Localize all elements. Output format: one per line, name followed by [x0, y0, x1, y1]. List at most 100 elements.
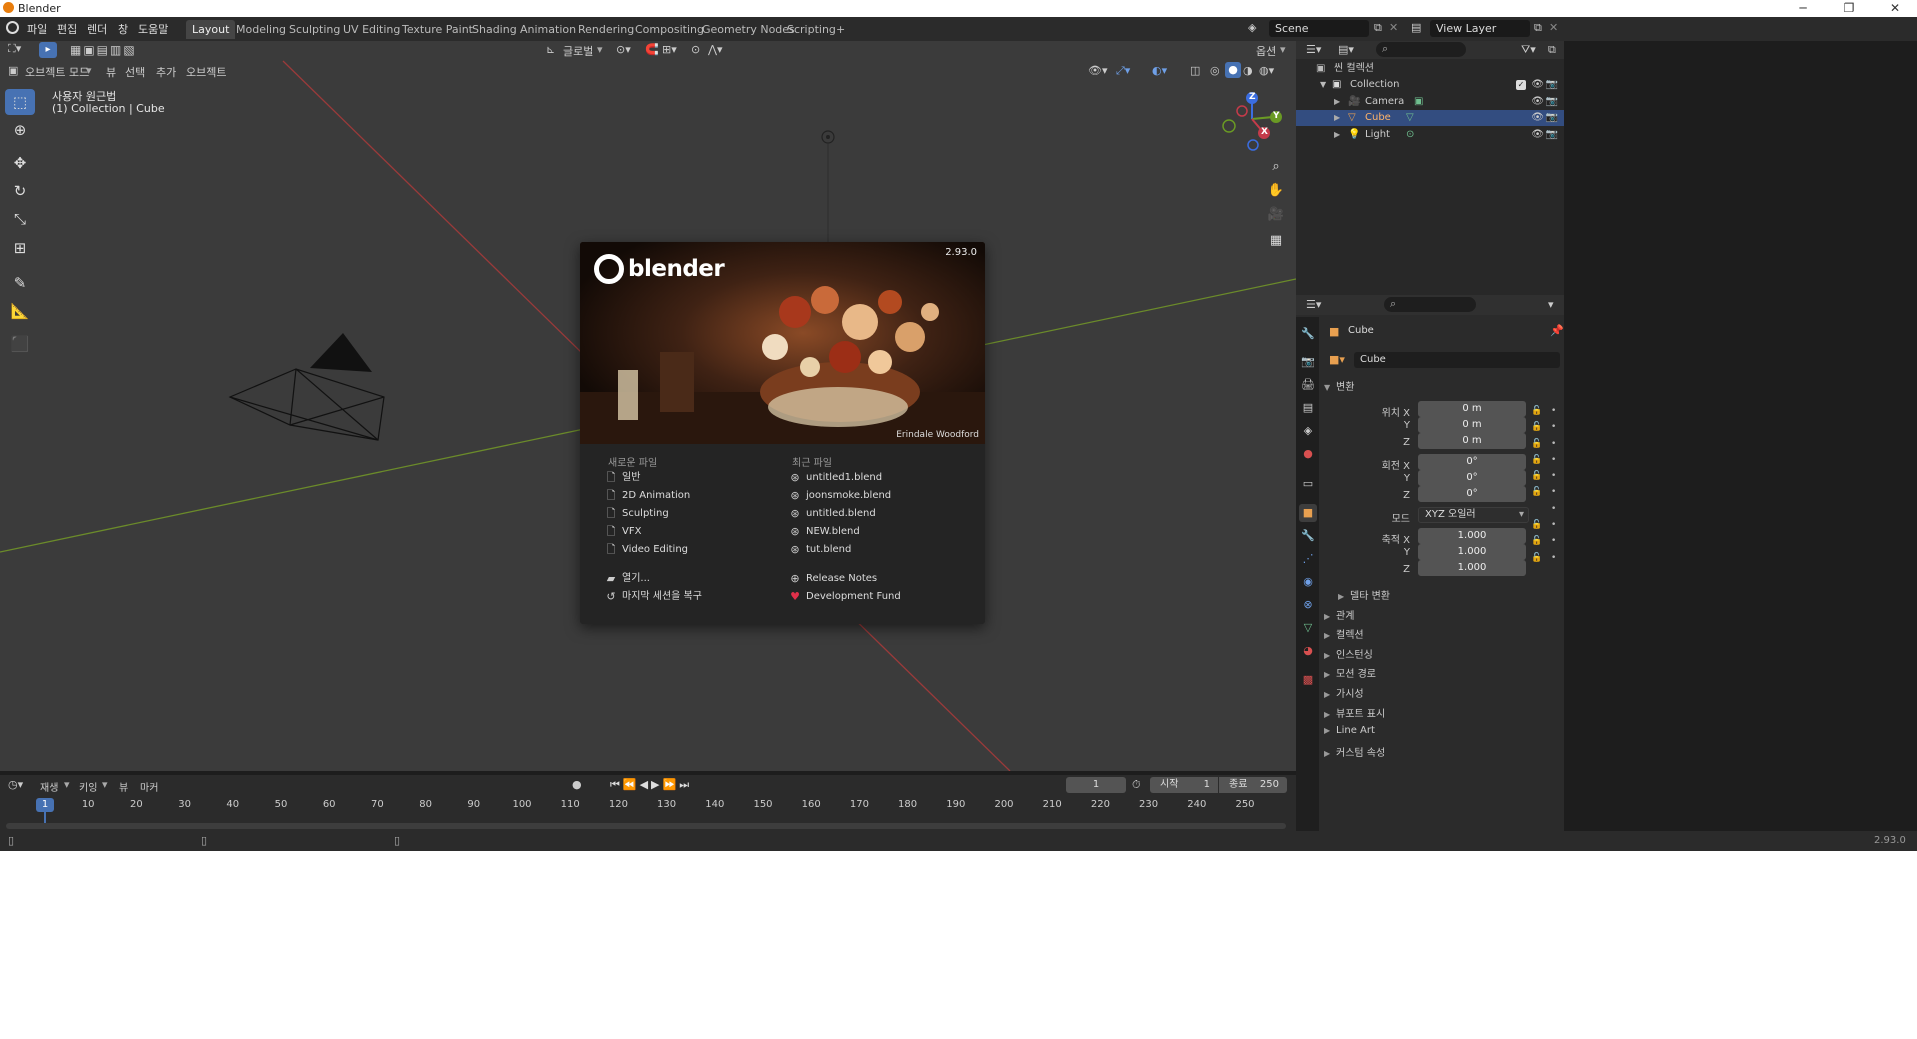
camera-view-icon[interactable]: 🎥 [1266, 205, 1286, 225]
cursor-tool-icon[interactable]: ⊕ [5, 117, 35, 143]
view-layer-icon[interactable]: ▤ [1411, 21, 1421, 34]
pan-hand-icon[interactable]: ✋ [1266, 181, 1286, 201]
menu-add[interactable]: 추가 [156, 64, 176, 80]
menu-object[interactable]: 오브젝트 [186, 64, 226, 80]
rotation-z-field[interactable]: 0° [1418, 486, 1526, 502]
render-camera-icon[interactable]: 📷 [1546, 77, 1558, 93]
scale-x-field[interactable]: 1.000 [1418, 528, 1526, 544]
visibility-icon[interactable]: 👁▾ [1088, 64, 1108, 77]
gizmo-y-label[interactable]: Y [1273, 111, 1280, 121]
data-tab-icon[interactable]: ▽ [1299, 619, 1317, 637]
editor-type-icon[interactable]: ☰▾ [1306, 298, 1321, 311]
options-dropdown[interactable]: 옵션 [1256, 43, 1276, 59]
mode-dropdown[interactable]: 오브젝트 모드 [25, 64, 89, 80]
camera-data-icon[interactable]: ▣ [1414, 94, 1423, 110]
menu-select[interactable]: 선택 [125, 64, 145, 80]
rotation-x-field[interactable]: 0° [1418, 454, 1526, 470]
properties-search-input[interactable]: ⌕ [1384, 297, 1476, 312]
scale-y-field[interactable]: 1.000 [1418, 544, 1526, 560]
include-checkbox[interactable]: ✓ [1516, 80, 1526, 90]
visibility-eye-icon[interactable]: 👁 [1531, 77, 1544, 93]
visibility-eye-icon[interactable]: 👁 [1531, 127, 1544, 143]
measure-tool-icon[interactable]: 📐 [5, 298, 35, 324]
object-mode-icon[interactable]: ▣ [8, 64, 18, 77]
material-tab-icon[interactable]: ◕ [1299, 642, 1317, 660]
relations-panel[interactable]: ▶ 관계 [1324, 607, 1354, 622]
location-y-field[interactable]: 0 m [1418, 417, 1526, 433]
material-shading-icon[interactable]: ◑ [1243, 64, 1253, 77]
transform-orientation-icon[interactable]: ⊾ [546, 43, 555, 56]
rotate-tool-icon[interactable]: ↻ [5, 178, 35, 204]
add-workspace-button[interactable]: + [830, 20, 851, 39]
rotation-mode-dropdown[interactable]: XYZ 오일러 ▾ [1418, 507, 1529, 523]
ortho-grid-icon[interactable]: ▦ [1266, 231, 1286, 251]
new-sculpting-item[interactable]: 🗋 Sculpting [604, 506, 669, 522]
expand-arrow-icon[interactable]: ▶ [1334, 94, 1340, 110]
select-mode-icon[interactable]: ▸ [39, 42, 57, 58]
render-camera-icon[interactable]: 📷 [1546, 127, 1558, 143]
recent-file-item[interactable]: ⊛ tut.blend [788, 542, 851, 558]
transform-orientation-dropdown[interactable]: 글로벌 [563, 43, 593, 59]
delta-transform-panel[interactable]: ▶ 델타 변환 [1338, 587, 1390, 602]
location-z-field[interactable]: 0 m [1418, 433, 1526, 449]
recent-file-item[interactable]: ⊛ NEW.blend [788, 524, 859, 540]
solid-shading-icon[interactable]: ● [1225, 62, 1241, 78]
transform-panel-header[interactable]: ▼ 변환 [1324, 378, 1354, 393]
open-file-item[interactable]: ▰ 열기... [604, 571, 650, 587]
remove-scene-icon[interactable]: ✕ [1389, 21, 1398, 34]
transform-lock-column[interactable]: 🔓 🔓 🔓 🔓 🔓 🔓 🔓 🔓 🔓 [1531, 403, 1542, 566]
chevron-down-icon[interactable]: ▾ [597, 43, 603, 56]
outliner-collection[interactable]: ▼ ▣ Collection ✓ 👁 📷 [1296, 77, 1564, 93]
overlay-toggle-icon[interactable]: ◐▾ [1152, 64, 1167, 77]
playhead[interactable]: 1 [36, 798, 54, 812]
new-vfx-item[interactable]: 🗋 VFX [604, 524, 642, 540]
release-notes-link[interactable]: ⊕ Release Notes [788, 571, 877, 587]
development-fund-link[interactable]: ♥ Development Fund [788, 589, 901, 605]
menu-edit[interactable]: 편집 [57, 21, 77, 37]
recent-file-item[interactable]: ⊛ untitled1.blend [788, 470, 882, 486]
tab-layout[interactable]: Layout [186, 20, 236, 39]
proportional-edit-icon[interactable]: ⊙ [691, 43, 700, 56]
3d-viewport[interactable]: Z Y X ⛶▾ ▸ ▦▣▤▥▧ ⊾ 글로벌 ▾ ⊙▾ 🧲 ⊞▾ ⊙ ⋀▾ 옵션… [0, 41, 1296, 771]
tool-tab-icon[interactable]: 🔧 [1299, 325, 1317, 343]
light-data-icon[interactable]: ⊙ [1406, 127, 1414, 143]
wireframe-shading-icon[interactable]: ◎ [1210, 64, 1220, 77]
move-tool-icon[interactable]: ✥ [5, 150, 35, 176]
new-view-layer-icon[interactable]: ⧉ [1534, 21, 1542, 35]
blender-menu-icon[interactable] [6, 21, 19, 34]
chevron-down-icon[interactable]: ▾ [1548, 298, 1554, 311]
outliner-item-cube[interactable]: ▶ ▽ Cube ▽ 👁 📷 [1296, 110, 1564, 126]
minimize-button[interactable]: ─ [1783, 0, 1823, 17]
close-button[interactable]: ✕ [1875, 0, 1915, 17]
gizmo-x-label[interactable]: X [1261, 127, 1268, 137]
menu-render[interactable]: 렌더 [87, 21, 107, 37]
new-video-editing-item[interactable]: 🗋 Video Editing [604, 542, 688, 558]
expand-arrow-icon[interactable]: ▼ [1320, 77, 1326, 93]
scene-icon[interactable]: ◈ [1248, 21, 1256, 34]
add-cube-tool-icon[interactable]: ⬛ [5, 331, 35, 357]
zoom-icon[interactable]: ⌕ [1266, 157, 1286, 177]
new-2d-animation-item[interactable]: 🗋 2D Animation [604, 488, 691, 504]
keyframe-dot-column[interactable]: • • • • • • • • • • [1551, 403, 1556, 566]
recent-file-item[interactable]: ⊛ untitled.blend [788, 506, 875, 522]
instancing-panel[interactable]: ▶ 인스턴싱 [1324, 646, 1373, 661]
editor-type-icon[interactable]: ⛶▾ [8, 42, 21, 56]
restore-button[interactable]: ❐ [1829, 0, 1869, 17]
object-name-field[interactable]: Cube [1354, 352, 1560, 368]
menu-window[interactable]: 창 [118, 21, 128, 37]
outliner-item-light[interactable]: ▶ 💡 Light ⊙ 👁 📷 [1296, 127, 1564, 143]
select-box-tool-icon[interactable]: ⬚ [5, 89, 35, 115]
new-collection-icon[interactable]: ⧉ [1548, 43, 1556, 57]
gizmo-toggle-icon[interactable]: ⤢▾ [1116, 64, 1130, 78]
gizmo-z-label[interactable]: Z [1249, 92, 1256, 102]
new-scene-icon[interactable]: ⧉ [1374, 21, 1382, 35]
chevron-down-icon[interactable]: ▾ [86, 64, 92, 77]
new-general-item[interactable]: 🗋 일반 [604, 470, 641, 486]
outliner-search-input[interactable]: ⌕ [1376, 42, 1466, 57]
expand-arrow-icon[interactable]: ▶ [1334, 127, 1340, 143]
snap-icon[interactable]: 🧲 [645, 43, 659, 56]
render-camera-icon[interactable]: 📷 [1546, 94, 1558, 110]
display-mode-icon[interactable]: ▤▾ [1338, 43, 1354, 56]
scene-field[interactable]: Scene [1269, 20, 1369, 37]
recover-session-item[interactable]: ↺ 마지막 세션을 복구 [604, 589, 702, 605]
